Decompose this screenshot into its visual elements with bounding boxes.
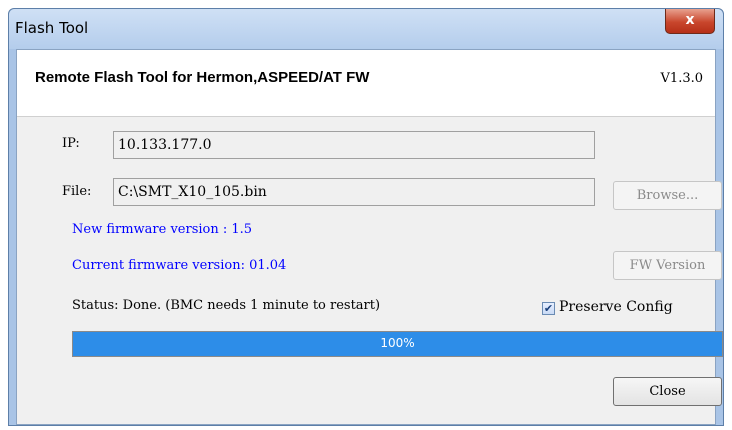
ip-input[interactable]: 10.133.177.0: [113, 131, 595, 159]
window-title: Flash Tool: [15, 19, 89, 37]
file-path-input[interactable]: C:\SMT_X10_105.bin: [113, 178, 595, 206]
preserve-config-label: Preserve Config: [559, 299, 673, 315]
close-icon: x: [685, 12, 695, 28]
flash-tool-window: Flash Tool x Remote Flash Tool for Hermo…: [8, 8, 724, 426]
close-button[interactable]: Close: [613, 377, 722, 406]
version-label: V1.3.0: [660, 71, 703, 86]
ip-label: IP:: [62, 136, 80, 151]
progress-bar: 100%: [72, 331, 723, 357]
status-text: Status: Done. (BMC needs 1 minute to res…: [72, 298, 381, 313]
window-close-button[interactable]: x: [665, 9, 715, 34]
progress-percent-label: 100%: [380, 336, 415, 350]
new-firmware-version-text: New firmware version : 1.5: [72, 222, 253, 237]
fw-version-button[interactable]: FW Version: [613, 251, 722, 280]
title-bar[interactable]: Flash Tool x: [9, 9, 723, 49]
dialog-client-area: Remote Flash Tool for Hermon,ASPEED/AT F…: [16, 49, 723, 425]
preserve-config-checkbox[interactable]: ✔: [542, 302, 555, 315]
browse-button[interactable]: Browse...: [613, 181, 722, 210]
current-firmware-version-text: Current firmware version: 01.04: [72, 258, 287, 273]
file-label: File:: [62, 184, 92, 199]
app-title: Remote Flash Tool for Hermon,ASPEED/AT F…: [35, 69, 370, 86]
dialog-header: Remote Flash Tool for Hermon,ASPEED/AT F…: [17, 50, 715, 117]
